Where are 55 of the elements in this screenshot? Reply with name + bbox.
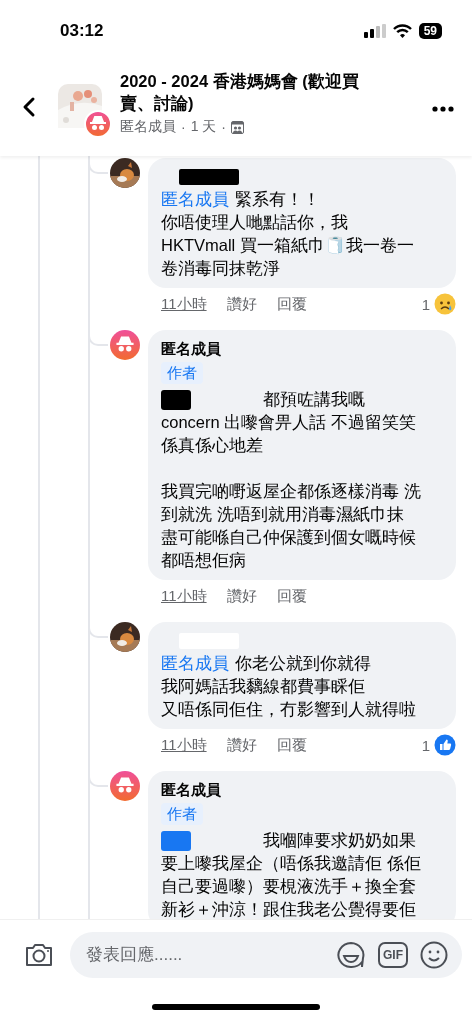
reply-link[interactable]: 回覆 bbox=[276, 294, 307, 314]
comment-text: 緊系有！！ bbox=[235, 189, 320, 210]
comment-author: 匿名成員 bbox=[161, 780, 222, 800]
comment-time[interactable]: 11小時 bbox=[161, 294, 207, 314]
comment-text: 到就洗 洗唔到就用消毒濕紙巾抹 bbox=[161, 504, 404, 525]
back-icon[interactable] bbox=[22, 96, 36, 118]
comment-text: 自己要過嚟）要梘液洗手＋換全套 bbox=[161, 876, 416, 897]
gif-button[interactable]: GIF bbox=[378, 942, 408, 968]
group-icon bbox=[231, 120, 245, 134]
reaction-count: 1 bbox=[421, 736, 430, 754]
comment-text: 都唔想佢病 bbox=[161, 550, 246, 571]
comment-text: 我嗰陣要求奶奶如果 bbox=[263, 830, 416, 851]
sad-face-icon[interactable] bbox=[434, 293, 456, 315]
mention-link[interactable]: 匿名成員 bbox=[161, 652, 229, 675]
like-link[interactable]: 讚好 bbox=[226, 586, 257, 606]
status-time: 03:12 bbox=[60, 21, 104, 41]
like-link[interactable]: 讚好 bbox=[226, 294, 257, 314]
comment-text: 要上嚟我屋企（唔係我邀請佢 係佢 bbox=[161, 853, 421, 874]
reaction-count: 1 bbox=[421, 295, 430, 313]
author-badge: 作者 bbox=[161, 362, 203, 384]
byline-text: 匿名成員 bbox=[120, 118, 176, 136]
comment-text: 你唔使理人哋點話你，我 bbox=[161, 212, 348, 233]
battery-icon: 59 bbox=[418, 23, 442, 39]
comment-text: 我買完啲嘢返屋企都係逐樣消毒 洗 bbox=[161, 481, 421, 502]
comment-text: 係真係心地差 bbox=[161, 435, 263, 456]
comment-text: 我阿媽話我黐線都費事睬佢 bbox=[161, 676, 365, 697]
comment-text: 又唔係同佢住，冇影響到人就得啦 bbox=[161, 699, 416, 720]
comment-author: 匿名成員 bbox=[161, 339, 222, 359]
comment-text: 你老公就到你就得 bbox=[235, 653, 371, 674]
mention-link[interactable]: 匿名成員 bbox=[161, 188, 229, 211]
comment-text: 卷消毒同抹乾淨 bbox=[161, 258, 280, 279]
comment-time[interactable]: 11小時 bbox=[161, 586, 207, 606]
byline-text: · bbox=[181, 119, 186, 135]
wifi-icon bbox=[392, 24, 412, 38]
comment-text: 新衫＋沖涼！跟住我老公覺得要佢 bbox=[161, 899, 416, 919]
comment-input[interactable]: 發表回應...... GIF bbox=[70, 932, 462, 978]
byline-text: 1 天 bbox=[190, 118, 217, 136]
comment-text: 盡可能喺自己仲保護到個女嘅時候 bbox=[161, 527, 416, 548]
comment-text: HKTVmall 買一箱紙巾🧻我一卷一 bbox=[161, 235, 414, 256]
byline-text: · bbox=[221, 119, 227, 135]
like-link[interactable]: 讚好 bbox=[226, 735, 257, 755]
comment-text: 都預咗講我嘅 bbox=[263, 389, 365, 410]
more-icon[interactable] bbox=[432, 106, 454, 112]
comment-text: concern 出嚟會畀人話 不過留笑笑 bbox=[161, 412, 416, 433]
reply-link[interactable]: 回覆 bbox=[276, 735, 307, 755]
thumbs-up-icon[interactable] bbox=[434, 734, 456, 756]
emoji-icon[interactable] bbox=[420, 941, 448, 969]
sticker-icon[interactable] bbox=[336, 941, 366, 969]
signal-icon bbox=[363, 24, 386, 38]
author-badge: 作者 bbox=[161, 803, 203, 825]
comment-time[interactable]: 11小時 bbox=[161, 735, 207, 755]
group-title: 2020 - 2024 香港媽媽會 (歡迎買賣、討論) bbox=[120, 71, 360, 114]
camera-icon[interactable] bbox=[24, 942, 54, 968]
reply-link[interactable]: 回覆 bbox=[276, 586, 307, 606]
incognito-badge-icon bbox=[84, 110, 112, 138]
